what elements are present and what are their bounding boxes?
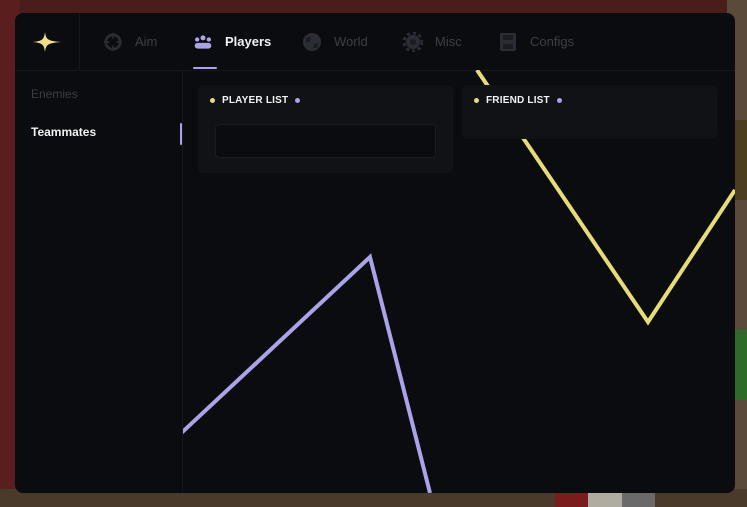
main-content: PLAYER LIST FRIEND LIST <box>183 70 735 493</box>
friend-list-title: FRIEND LIST <box>474 95 562 106</box>
top-navigation-bar: Aim Players World Misc Configs <box>15 13 735 71</box>
title-dot-yellow <box>474 98 479 103</box>
player-list-box[interactable] <box>215 124 436 158</box>
crosshair-icon <box>103 32 123 52</box>
title-dot-purple <box>556 98 562 103</box>
tab-players-label: Players <box>225 34 272 49</box>
esp-line-purple <box>183 253 432 493</box>
sparkle-logo-icon <box>33 31 61 52</box>
title-dot-yellow <box>210 98 215 103</box>
tab-aim[interactable]: Aim <box>103 13 157 70</box>
sidebar-active-indicator <box>180 123 182 145</box>
tab-configs[interactable]: Configs <box>498 13 574 70</box>
active-tab-indicator <box>193 67 217 69</box>
background-scene-lights <box>733 120 747 200</box>
tab-misc-label: Misc <box>435 34 462 49</box>
tab-aim-label: Aim <box>135 34 158 49</box>
tab-world[interactable]: World <box>302 13 368 70</box>
sidebar: Enemies Teammates <box>15 70 183 493</box>
background-scene-blocks <box>555 493 655 507</box>
player-list-title: PLAYER LIST <box>210 95 301 106</box>
friend-list-title-text: FRIEND LIST <box>486 95 550 106</box>
tab-players[interactable]: Players <box>193 13 271 70</box>
friend-list-panel: FRIEND LIST <box>462 85 717 139</box>
sidebar-item-enemies[interactable]: Enemies <box>31 87 78 101</box>
save-icon <box>498 32 518 52</box>
tab-misc[interactable]: Misc <box>403 13 462 70</box>
title-dot-purple <box>295 98 301 103</box>
gear-icon <box>403 31 423 52</box>
tab-configs-label: Configs <box>530 34 575 49</box>
tab-world-label: World <box>334 34 368 49</box>
player-list-title-text: PLAYER LIST <box>222 95 289 106</box>
sidebar-item-teammates[interactable]: Teammates <box>31 125 96 139</box>
player-list-panel: PLAYER LIST <box>198 85 453 173</box>
logo <box>15 13 80 70</box>
menu-window: Aim Players World Misc Configs Enemies T… <box>15 13 735 493</box>
globe-icon <box>302 32 322 52</box>
players-icon <box>193 32 213 52</box>
